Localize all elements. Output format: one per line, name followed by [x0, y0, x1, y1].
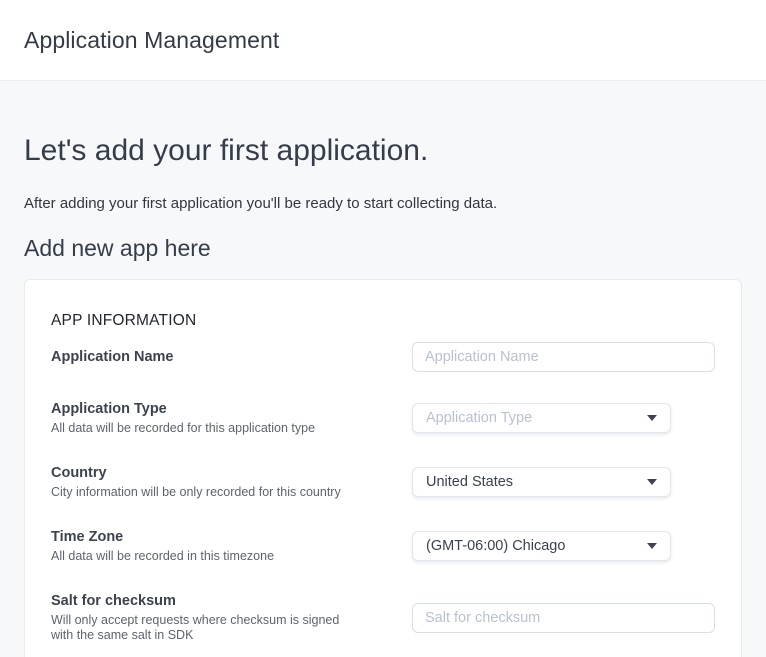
- time-zone-helper: All data will be recorded in this timezo…: [51, 549, 392, 564]
- form-row-time-zone: Time Zone All data will be recorded in t…: [51, 528, 715, 564]
- app-information-card: APP INFORMATION Application Name Applica…: [24, 279, 742, 657]
- card-section-title: APP INFORMATION: [51, 312, 715, 330]
- salt-for-checksum-input[interactable]: [412, 603, 715, 633]
- intro-heading: Let's add your first application.: [24, 133, 742, 169]
- caret-down-icon: [647, 543, 657, 549]
- field-labels: Salt for checksum Will only accept reque…: [51, 592, 412, 643]
- country-select[interactable]: United States: [412, 467, 671, 497]
- page-title: Application Management: [24, 27, 279, 54]
- application-name-label: Application Name: [51, 348, 392, 366]
- salt-label: Salt for checksum: [51, 592, 392, 610]
- select-value: United States: [426, 474, 513, 490]
- field-labels: Time Zone All data will be recorded in t…: [51, 528, 412, 564]
- form-row-application-type: Application Type All data will be record…: [51, 400, 715, 436]
- application-type-select[interactable]: Application Type: [412, 403, 671, 433]
- application-type-label: Application Type: [51, 400, 392, 418]
- add-new-app-heading: Add new app here: [24, 234, 742, 262]
- form-row-country: Country City information will be only re…: [51, 464, 715, 500]
- form-row-application-name: Application Name: [51, 342, 715, 372]
- caret-down-icon: [647, 415, 657, 421]
- main-content: Let's add your first application. After …: [0, 133, 766, 657]
- country-label: Country: [51, 464, 392, 482]
- salt-helper: Will only accept requests where checksum…: [51, 613, 351, 643]
- field-labels: Application Type All data will be record…: [51, 400, 412, 436]
- application-type-helper: All data will be recorded for this appli…: [51, 421, 392, 436]
- field-labels: Country City information will be only re…: [51, 464, 412, 500]
- select-value: Application Type: [426, 410, 532, 426]
- time-zone-select[interactable]: (GMT-06:00) Chicago: [412, 531, 671, 561]
- application-name-input[interactable]: [412, 342, 715, 372]
- field-labels: Application Name: [51, 348, 412, 366]
- app-header: Application Management: [0, 0, 766, 81]
- caret-down-icon: [647, 479, 657, 485]
- country-helper: City information will be only recorded f…: [51, 485, 392, 500]
- form-row-salt-for-checksum: Salt for checksum Will only accept reque…: [51, 592, 715, 643]
- select-value: (GMT-06:00) Chicago: [426, 538, 565, 554]
- time-zone-label: Time Zone: [51, 528, 392, 546]
- intro-subheading: After adding your first application you'…: [24, 193, 742, 214]
